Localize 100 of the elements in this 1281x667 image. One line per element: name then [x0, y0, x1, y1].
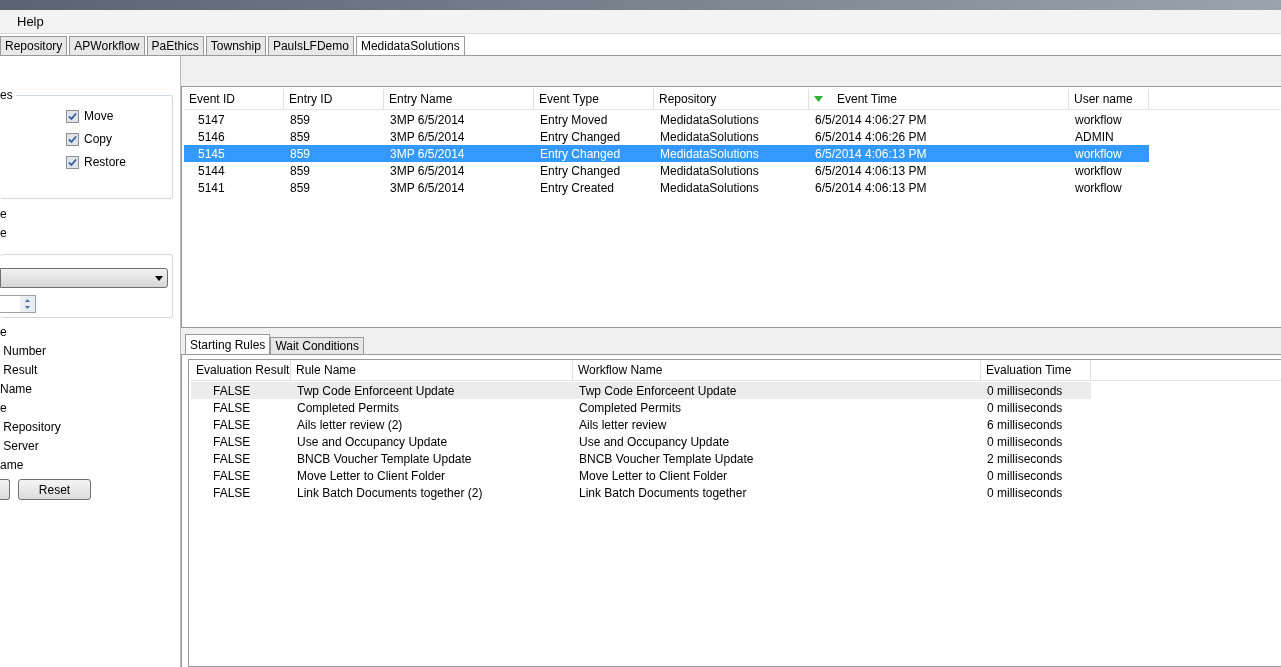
table-cell-text: Completed Permits	[296, 399, 401, 417]
table-cell-text: workflow	[1074, 162, 1123, 180]
repository-tab[interactable]: APWorkflow	[69, 36, 145, 55]
table-cell-text: FALSE	[212, 484, 252, 502]
rule-row[interactable]: FALSE Ails letter review (2) Ails letter review 6 milliseconds	[191, 416, 1091, 433]
table-cell-text: 6/5/2014 4:06:13 PM	[814, 145, 928, 163]
sort-descending-icon	[814, 96, 823, 102]
filter-label: e	[0, 400, 8, 417]
column-header[interactable]: User name	[1069, 89, 1149, 109]
table-cell-text: 3MP 6/5/2014	[389, 111, 466, 129]
check-icon	[68, 157, 77, 167]
table-cell-text: MedidataSolutions	[659, 111, 760, 129]
column-header[interactable]: Rule Name	[291, 360, 573, 380]
table-cell-text: 859	[289, 128, 312, 146]
table-cell-text: FALSE	[212, 433, 252, 451]
checkbox-label: Move	[84, 108, 114, 125]
checkbox[interactable]	[66, 155, 79, 169]
detail-tab[interactable]: Wait Conditions	[270, 337, 364, 354]
table-cell-text: workflow	[1074, 145, 1123, 163]
table-cell-text: 5147	[197, 111, 226, 129]
table-cell-text: FALSE	[212, 467, 252, 485]
rule-row[interactable]: FALSE Move Letter to Client Folder Move Letter to Client Folder 0 milliseconds	[191, 467, 1091, 484]
column-header[interactable]: Workflow Name	[573, 360, 981, 380]
column-header[interactable]: Evaluation Result	[191, 360, 291, 380]
repository-tab[interactable]: MedidataSolutions	[355, 36, 465, 55]
table-cell-text: 5141	[197, 179, 226, 197]
checkbox[interactable]	[66, 109, 79, 123]
menu-item[interactable]: Help	[12, 11, 49, 32]
filter-label: Name	[0, 381, 33, 398]
event-row[interactable]: 5146 859 3MP 6/5/2014 Entry Changed MedidataSolutions 6/5/2014 4:06:26 PM ADMIN	[184, 128, 1149, 145]
table-cell-text: 3MP 6/5/2014	[389, 179, 466, 197]
filter-label: Server	[2, 438, 40, 455]
table-cell-text: 859	[289, 111, 312, 129]
rule-row[interactable]: FALSE Twp Code Enforceent Update Twp Code Enforceent Update 0 milliseconds	[191, 382, 1091, 399]
table-cell-text: Twp Code Enforceent Update	[578, 382, 738, 400]
checkbox[interactable]	[66, 132, 79, 146]
table-cell-text: Move Letter to Client Folder	[578, 467, 729, 485]
filter-label: e	[0, 225, 8, 242]
table-cell-text: 6/5/2014 4:06:27 PM	[814, 111, 928, 129]
table-cell-text: Move Letter to Client Folder	[296, 467, 447, 485]
event-row[interactable]: 5147 859 3MP 6/5/2014 Entry Moved MedidataSolutions 6/5/2014 4:06:27 PM workflow	[184, 111, 1149, 128]
table-cell-text: 6/5/2014 4:06:13 PM	[814, 179, 928, 197]
column-header[interactable]: Repository	[654, 89, 809, 109]
table-cell-text: Entry Changed	[539, 128, 622, 146]
table-cell-text: 0 milliseconds	[986, 467, 1064, 485]
table-cell-text: BNCB Voucher Template Update	[296, 450, 473, 468]
table-cell-text: 3MP 6/5/2014	[389, 145, 466, 163]
table-cell-text: workflow	[1074, 111, 1123, 129]
check-icon	[68, 111, 77, 121]
table-cell-text: FALSE	[212, 382, 252, 400]
column-header[interactable]: Event ID	[184, 89, 284, 109]
rule-row[interactable]: FALSE BNCB Voucher Template Update BNCB Voucher Template Update 2 milliseconds	[191, 450, 1091, 467]
table-cell-text: Ails letter review (2)	[296, 416, 404, 434]
repository-tab[interactable]: PaulsLFDemo	[267, 36, 354, 55]
column-header[interactable]: Event Type	[534, 89, 654, 109]
table-cell-text: 6 milliseconds	[986, 416, 1064, 434]
column-header[interactable]: Entry ID	[284, 89, 384, 109]
table-cell-text: Completed Permits	[578, 399, 683, 417]
column-header[interactable]: Entry Name	[384, 89, 534, 109]
filter-label: Result	[2, 362, 39, 379]
table-cell-text: Use and Occupancy Update	[578, 433, 731, 451]
table-cell-text: 6/5/2014 4:06:26 PM	[814, 128, 928, 146]
rule-row[interactable]: FALSE Link Batch Documents together (2) Link Batch Documents together 0 milliseconds	[191, 484, 1091, 501]
filter-label: ame	[0, 457, 25, 474]
filter-label: Repository	[2, 419, 62, 436]
event-row[interactable]: 5144 859 3MP 6/5/2014 Entry Changed MedidataSolutions 6/5/2014 4:06:13 PM workflow	[184, 162, 1149, 179]
dropdown[interactable]	[0, 268, 168, 288]
event-row[interactable]: 5141 859 3MP 6/5/2014 Entry Created MedidataSolutions 6/5/2014 4:06:13 PM workflow	[184, 179, 1149, 196]
detail-tab[interactable]: Starting Rules	[185, 334, 271, 354]
repository-tab[interactable]: Township	[205, 36, 266, 55]
table-cell-text: Entry Created	[539, 179, 616, 197]
table-cell-text: Link Batch Documents together (2)	[296, 484, 484, 502]
rule-row[interactable]: FALSE Completed Permits Completed Permits 0 milliseconds	[191, 399, 1091, 416]
spin-up-icon[interactable]	[20, 296, 35, 304]
table-cell-text: Entry Moved	[539, 111, 609, 129]
table-cell-text: ADMIN	[1074, 128, 1115, 146]
spin-down-icon[interactable]	[20, 304, 35, 312]
repository-tab[interactable]: PaEthics	[146, 36, 204, 55]
rule-row[interactable]: FALSE Use and Occupancy Update Use and Occupancy Update 0 milliseconds	[191, 433, 1091, 450]
table-cell-text: MedidataSolutions	[659, 179, 760, 197]
filter-label: e	[0, 206, 8, 223]
table-cell-text: 6/5/2014 4:06:13 PM	[814, 162, 928, 180]
table-cell-text: 0 milliseconds	[986, 484, 1064, 502]
table-cell-text: MedidataSolutions	[659, 145, 760, 163]
column-header[interactable]: Event Time	[809, 89, 1069, 109]
filter-label: Number	[2, 343, 47, 360]
spin-box[interactable]	[0, 295, 36, 313]
table-cell-text: 0 milliseconds	[986, 399, 1064, 417]
column-header[interactable]: Evaluation Time	[981, 360, 1091, 380]
check-icon	[68, 134, 77, 144]
reset-button[interactable]: Reset	[18, 479, 91, 500]
table-cell-text: Link Batch Documents together	[578, 484, 748, 502]
dropdown-arrow-icon	[155, 275, 163, 281]
repository-tab[interactable]: Repository	[0, 36, 68, 55]
table-cell-text: MedidataSolutions	[659, 162, 760, 180]
table-cell-text: 5144	[197, 162, 226, 180]
button[interactable]	[0, 479, 10, 500]
table-cell-text: Twp Code Enforceent Update	[296, 382, 456, 400]
table-cell-text: 859	[289, 179, 312, 197]
table-cell-text: 0 milliseconds	[986, 433, 1064, 451]
